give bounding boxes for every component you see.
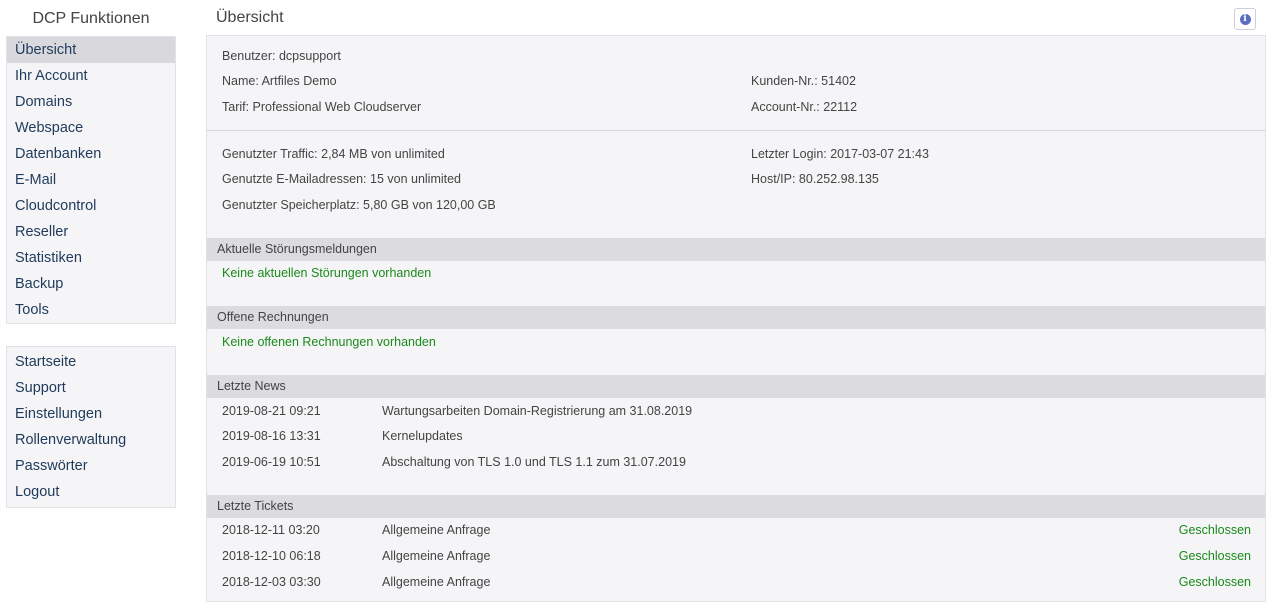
user-value: Benutzer: dcpsupport [222,49,341,63]
ticket-subject-link[interactable]: Allgemeine Anfrage [382,575,490,589]
news-date: 2019-08-16 13:31 [222,429,321,443]
news-title-link[interactable]: Abschaltung von TLS 1.0 und TLS 1.1 zum … [382,455,686,469]
invoices-header: Offene Rechnungen [207,306,1265,329]
nav-item-cloudcontrol[interactable]: Cloudcontrol [7,193,175,219]
name-value: Name: Artfiles Demo [222,74,337,88]
plan-value: Tarif: Professional Web Cloudserver [222,100,422,114]
nav-item-datenbanken[interactable]: Datenbanken [7,141,175,167]
ticket-subject-link[interactable]: Allgemeine Anfrage [382,549,490,563]
overview-panel: Benutzer: dcpsupport Name: Artfiles Demo… [206,35,1266,602]
sidebar: DCP Funktionen Übersicht Ihr Account Dom… [6,0,176,508]
divider [207,130,1265,131]
last-login: Letzter Login: 2017-03-07 21:43 [751,147,929,161]
ticket-status: Geschlossen [1178,575,1251,589]
news-title-link[interactable]: Wartungsarbeiten Domain-Registrierung am… [382,404,692,418]
info-icon: i [1239,13,1251,25]
ticket-date: 2018-12-10 06:18 [222,549,321,563]
nav-item-statistiken[interactable]: Statistiken [7,245,175,271]
tickets-header: Letzte Tickets [207,495,1265,518]
ticket-subject-link[interactable]: Allgemeine Anfrage [382,523,490,537]
ticket-status: Geschlossen [1178,523,1251,537]
nav-item-domains[interactable]: Domains [7,89,175,115]
ticket-status: Geschlossen [1178,549,1251,563]
nav-item-reseller[interactable]: Reseller [7,219,175,245]
storage-usage: Genutzter Speicherplatz: 5,80 GB von 120… [222,198,496,212]
nav-item-e-mail[interactable]: E-Mail [7,167,175,193]
nav-item-logout[interactable]: Logout [7,479,175,505]
nav-item-ihr-account[interactable]: Ihr Account [7,63,175,89]
info-button[interactable]: i [1234,8,1256,30]
nav-item-support[interactable]: Support [7,375,175,401]
secondary-nav: Startseite Support Einstellungen Rollenv… [6,346,176,508]
ticket-date: 2018-12-11 03:20 [222,523,320,537]
news-header: Letzte News [207,375,1265,398]
host-ip: Host/IP: 80.252.98.135 [751,172,879,186]
nav-item-tools[interactable]: Tools [7,297,175,323]
nav-item-backup[interactable]: Backup [7,271,175,297]
nav-item-rollenverwaltung[interactable]: Rollenverwaltung [7,427,175,453]
customer-number: Kunden-Nr.: 51402 [751,74,856,88]
news-date: 2019-06-19 10:51 [222,455,321,469]
disruptions-message: Keine aktuellen Störungen vorhanden [222,266,432,280]
sidebar-title: DCP Funktionen [32,10,150,27]
nav-item-uebersicht[interactable]: Übersicht [7,37,175,63]
account-number: Account-Nr.: 22112 [751,100,858,114]
nav-item-startseite[interactable]: Startseite [7,349,175,375]
traffic-usage: Genutzter Traffic: 2,84 MB von unlimited [222,147,445,161]
mail-usage: Genutzte E-Mailadressen: 15 von unlimite… [222,172,462,186]
nav-item-passwoerter[interactable]: Passwörter [7,453,175,479]
page-title: Übersicht [216,9,284,26]
nav-item-webspace[interactable]: Webspace [7,115,175,141]
nav-item-einstellungen[interactable]: Einstellungen [7,401,175,427]
disruptions-header: Aktuelle Störungsmeldungen [207,238,1265,261]
news-date: 2019-08-21 09:21 [222,404,321,418]
primary-nav: Übersicht Ihr Account Domains Webspace D… [6,36,176,324]
ticket-date: 2018-12-03 03:30 [222,575,321,589]
news-title-link[interactable]: Kernelupdates [382,429,463,443]
invoices-message: Keine offenen Rechnungen vorhanden [222,335,436,349]
